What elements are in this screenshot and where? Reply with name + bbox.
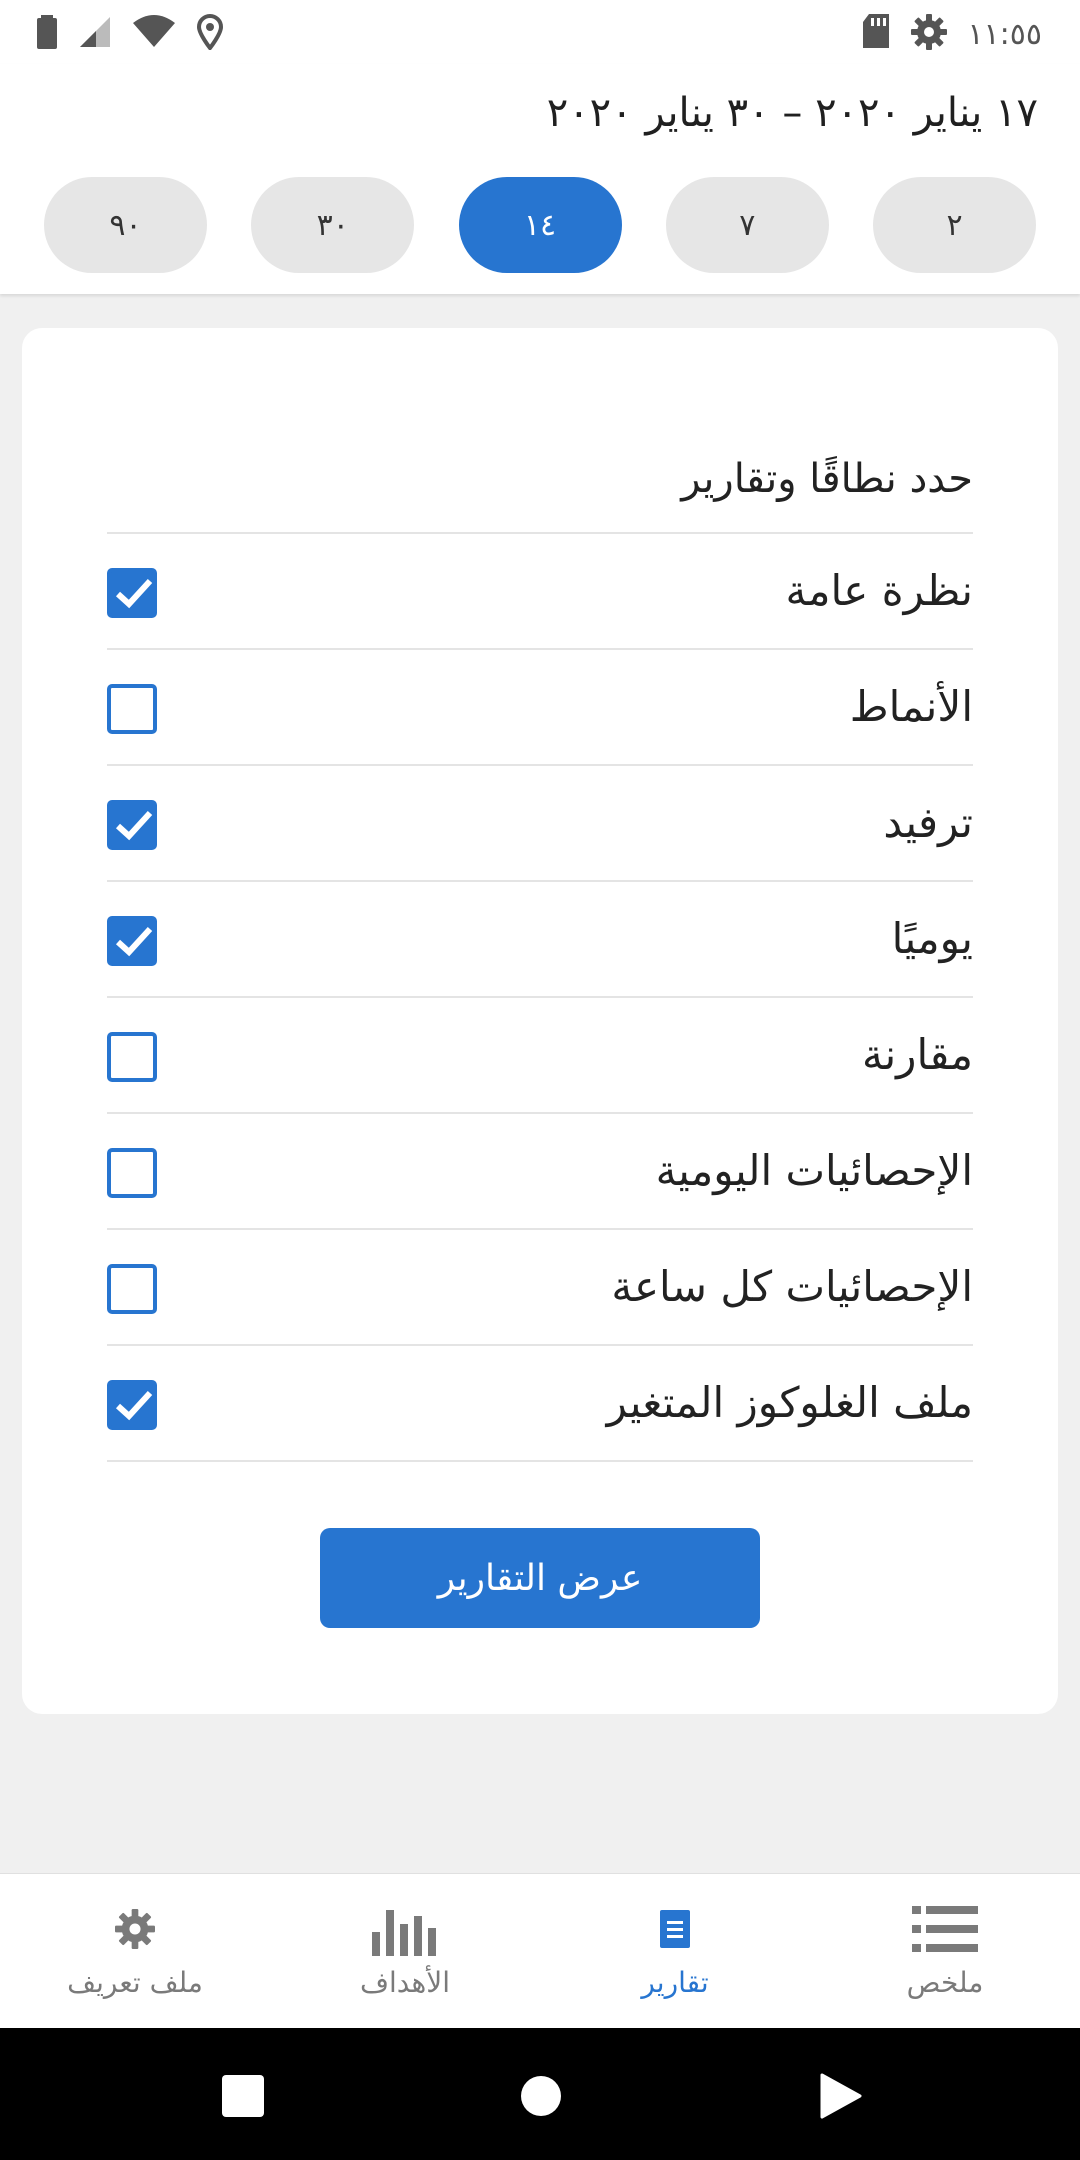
wifi-icon [132,15,176,53]
status-icons-left [36,14,224,54]
report-row-daily[interactable]: يوميًا [107,882,973,998]
status-bar: ١١:٥٥ [0,0,1080,64]
report-row-comparison[interactable]: مقارنة [107,998,973,1114]
nav-label: الأهداف [359,1966,450,1999]
report-row-patterns[interactable]: الأنماط [107,650,973,766]
report-row-hourly-stats[interactable]: الإحصائيات كل ساعة [107,1230,973,1346]
range-pill-2-days[interactable]: ٢ [873,177,1036,273]
report-label: مقارنة [861,1030,973,1079]
report-label: يوميًا [891,914,973,963]
report-checkbox[interactable] [107,1380,157,1430]
back-triangle-icon[interactable] [820,2073,862,2123]
system-navigation-bar [0,2028,1080,2160]
report-checkbox[interactable] [107,800,157,850]
report-checkbox[interactable] [107,1264,157,1314]
date-range-header: ١٧ يناير ٢٠٢٠ – ٣٠ يناير ٢٠٢٠ ٢ ٧ ١٤ ٣٠ … [0,64,1080,294]
report-label: ترفيد [883,798,973,847]
range-pill-90-days[interactable]: ٩٠ [44,177,207,273]
report-selection-card: حدد نطاقًا وتقارير نظرة عامة الأنماط ترف… [22,328,1058,1714]
range-pill-30-days[interactable]: ٣٠ [251,177,415,273]
home-circle-icon[interactable] [520,2075,562,2121]
report-row-daily-stats[interactable]: الإحصائيات اليومية [107,1114,973,1230]
report-label: الأنماط [849,682,973,731]
report-checkbox[interactable] [107,1148,157,1198]
nav-label: ملف تعريف [67,1966,203,1999]
list-icon [912,1902,978,1956]
battery-icon [36,15,58,53]
range-selector: ٢ ٧ ١٤ ٣٠ ٩٠ [44,177,1036,273]
sd-card-icon [861,14,891,54]
document-icon [660,1902,690,1956]
report-label: الإحصائيات اليومية [655,1146,973,1195]
report-checkbox[interactable] [107,916,157,966]
nav-item-goals[interactable]: الأهداف [270,1874,540,2029]
date-range-label: ١٧ يناير ٢٠٢٠ – ٣٠ يناير ٢٠٢٠ [546,90,1038,136]
range-pill-7-days[interactable]: ٧ [665,177,829,273]
recents-square-icon[interactable] [222,2075,264,2121]
nav-item-reports[interactable]: تقارير [540,1874,810,2029]
location-icon [196,14,224,54]
report-label: نظرة عامة [785,566,973,615]
report-checkbox[interactable] [107,568,157,618]
bar-chart-icon [372,1902,438,1956]
settings-gear-icon [911,14,948,54]
signal-icon [78,15,112,53]
nav-item-profile[interactable]: ملف تعريف [0,1874,270,2029]
status-icons-right: ١١:٥٥ [861,14,1042,54]
report-label: ملف الغلوكوز المتغير [606,1378,973,1427]
nav-label: تقارير [641,1966,709,1999]
report-row-overview[interactable]: نظرة عامة [107,534,973,650]
bottom-navigation: ملخص تقارير الأهداف ملف تعريف [0,1873,1080,2029]
report-row-tarfeed[interactable]: ترفيد [107,766,973,882]
show-reports-button[interactable]: عرض التقارير [320,1528,760,1628]
report-label: الإحصائيات كل ساعة [611,1262,973,1311]
report-row-glucose-profile[interactable]: ملف الغلوكوز المتغير [107,1346,973,1462]
clock: ١١:٥٥ [967,16,1042,52]
report-checkbox[interactable] [107,1032,157,1082]
report-checkbox[interactable] [107,684,157,734]
range-pill-14-days[interactable]: ١٤ [458,177,622,273]
nav-item-summary[interactable]: ملخص [810,1874,1080,2029]
gear-icon [115,1902,155,1956]
nav-label: ملخص [906,1966,984,1999]
report-list: نظرة عامة الأنماط ترفيد يوميًا مقارنة ال… [107,532,973,1462]
card-title: حدد نطاقًا وتقارير [681,456,973,502]
